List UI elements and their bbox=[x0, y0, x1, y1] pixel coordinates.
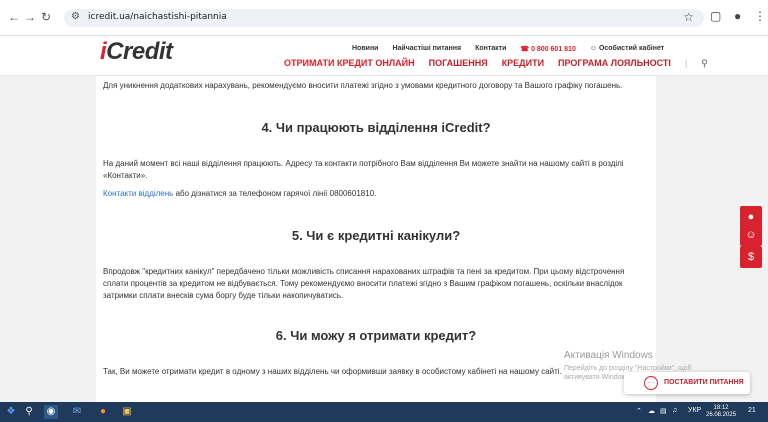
language-indicator[interactable]: УКР bbox=[688, 407, 701, 414]
q4-link-line: Контакти відділень або дізнатися за теле… bbox=[103, 188, 651, 200]
volume-icon[interactable]: ♫ bbox=[672, 407, 677, 414]
file-explorer-icon[interactable]: ▣ bbox=[120, 405, 134, 419]
main-menu: ОТРИМАТИ КРЕДИТ ОНЛАЙН ПОГАШЕННЯ КРЕДИТИ… bbox=[284, 58, 708, 69]
q4-heading: 4. Чи працюють відділення iCredit? bbox=[261, 120, 491, 135]
bookmark-star-icon[interactable]: ☆ bbox=[683, 10, 694, 24]
intro-text: Для уникнення додаткових нарахувань, рек… bbox=[103, 81, 623, 90]
link-faq[interactable]: Найчастіші питання bbox=[392, 45, 461, 53]
clock-date: 26.08.2025 bbox=[706, 412, 737, 418]
forward-icon[interactable]: → bbox=[22, 9, 38, 25]
phone-icon: ☎ bbox=[520, 46, 532, 53]
tray-chevron-icon[interactable]: ⌃ bbox=[636, 407, 642, 415]
network-icon[interactable]: ▤ bbox=[660, 407, 667, 415]
profile-avatar[interactable]: ● bbox=[734, 9, 741, 23]
phone-number: 0 800 601 810 bbox=[531, 46, 576, 53]
browser-toolbar: ← → ↻ ⚙ icredit.ua/naichastishi-pitannia… bbox=[0, 0, 768, 36]
payment-side-button[interactable]: $ bbox=[740, 246, 762, 268]
site-info-icon[interactable]: ⚙ bbox=[71, 11, 80, 22]
ask-question-button[interactable]: … ПОСТАВИТИ ПИТАННЯ bbox=[624, 372, 750, 394]
menu-dots-icon[interactable]: ⋮ bbox=[754, 9, 766, 23]
url-text: icredit.ua/naichastishi-pitannia bbox=[88, 12, 227, 22]
site-header: iCredit Новини Найчастіші питання Контак… bbox=[0, 36, 768, 76]
back-icon[interactable]: ← bbox=[6, 9, 22, 25]
account-label: Особистий кабінет bbox=[598, 45, 665, 52]
location-pin-icon: ● bbox=[747, 211, 755, 223]
menu-get-credit[interactable]: ОТРИМАТИ КРЕДИТ ОНЛАЙН bbox=[284, 58, 415, 69]
notifications-count[interactable]: 21 bbox=[748, 407, 756, 414]
clock-time: 18:12 bbox=[713, 405, 729, 411]
site-logo[interactable]: iCredit bbox=[100, 38, 173, 66]
extensions-icon[interactable]: ▢ bbox=[710, 9, 721, 23]
q5-heading: 5. Чи є кредитні канікули? bbox=[291, 228, 461, 243]
link-news[interactable]: Новини bbox=[352, 45, 378, 53]
dollar-icon: $ bbox=[747, 251, 755, 263]
q4-link-rest: або дізнатися за телефоном гарячої лінії… bbox=[173, 189, 377, 198]
windows-start-icon[interactable]: ❖ bbox=[4, 405, 18, 419]
q6-heading: 6. Чи можу я отримати кредит? bbox=[275, 328, 477, 343]
menu-separator: | bbox=[684, 58, 688, 68]
menu-credits[interactable]: КРЕДИТИ bbox=[502, 58, 544, 69]
link-contacts[interactable]: Контакти bbox=[475, 45, 506, 53]
q4-text: На даний момент всі наші відділення прац… bbox=[103, 159, 624, 180]
windows-activation-title: Активація Windows bbox=[564, 350, 653, 361]
chat-bubble-icon: … bbox=[644, 376, 658, 390]
menu-loyalty[interactable]: ПРОГРАМА ЛОЯЛЬНОСТІ bbox=[558, 58, 671, 69]
firefox-icon[interactable]: ● bbox=[96, 405, 110, 419]
user-icon: ☺ bbox=[589, 45, 599, 52]
search-icon[interactable]: ⚲ bbox=[701, 58, 708, 69]
top-links: Новини Найчастіші питання Контакти ☎ 0 8… bbox=[352, 45, 664, 53]
reload-icon[interactable]: ↻ bbox=[38, 9, 54, 25]
logo-credit: Credit bbox=[106, 38, 173, 65]
search-icon[interactable]: ⚲ bbox=[22, 405, 36, 419]
clock[interactable]: 18:12 26.08.2025 bbox=[706, 405, 736, 419]
windows-taskbar: ❖ ⚲ ◉ ✉ ● ▣ ⌃ ☁ ▤ ♫ УКР 18:12 26.08.2025… bbox=[0, 402, 768, 422]
hotline-phone[interactable]: ☎ 0 800 601 810 bbox=[520, 45, 575, 53]
user-icon: ☺ bbox=[745, 229, 757, 241]
address-bar[interactable]: ⚙ icredit.ua/naichastishi-pitannia ☆ bbox=[64, 9, 704, 27]
q5-text: Впродовж "кредитних канікул" передбачено… bbox=[103, 267, 625, 300]
branches-contacts-link[interactable]: Контакти відділень bbox=[103, 189, 173, 198]
menu-repayment[interactable]: ПОГАШЕННЯ bbox=[429, 58, 488, 69]
outlook-icon[interactable]: ✉ bbox=[70, 405, 84, 419]
ask-question-label: ПОСТАВИТИ ПИТАННЯ bbox=[664, 379, 744, 386]
account-side-button[interactable]: ☺ bbox=[740, 224, 762, 246]
chrome-taskbar-icon[interactable]: ◉ bbox=[44, 405, 58, 419]
account-link[interactable]: ☺ Особистий кабінет bbox=[590, 45, 664, 53]
onedrive-icon[interactable]: ☁ bbox=[648, 407, 655, 415]
